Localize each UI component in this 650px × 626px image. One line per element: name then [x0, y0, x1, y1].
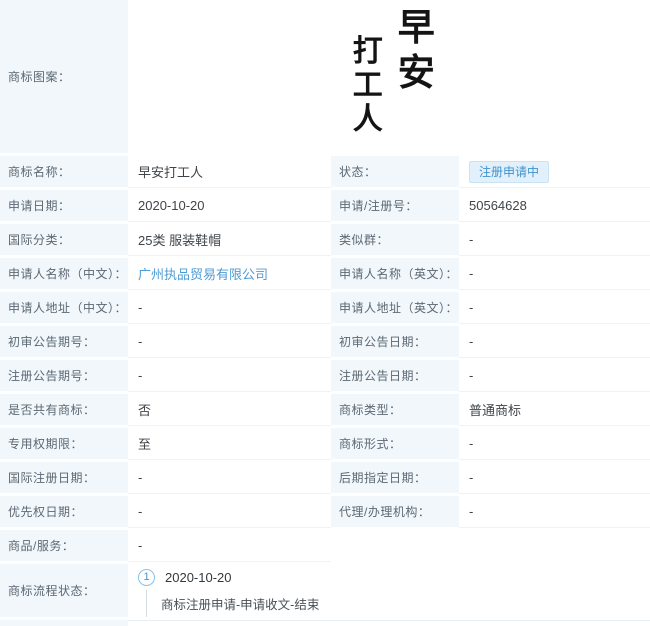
next-row-partial	[0, 620, 650, 626]
flow-status-row: 商标流程状态： 1 2020-10-20 商标注册申请-申请收文-结束	[0, 564, 650, 620]
field-value: 2020-10-20	[128, 190, 331, 222]
field-label: 优先权日期：	[0, 496, 128, 527]
field-value: 广州执品贸易有限公司	[128, 258, 331, 290]
field-value: 否	[128, 394, 331, 426]
field-label: 初审公告期号：	[0, 326, 128, 357]
table-row: 国际分类： 25类 服装鞋帽 类似群： -	[0, 224, 650, 258]
field-value: -	[128, 326, 331, 358]
applicant-name-link[interactable]: 广州执品贸易有限公司	[138, 264, 268, 283]
field-value: -	[459, 258, 650, 290]
flow-timeline: 1 2020-10-20 商标注册申请-申请收文-结束	[128, 564, 650, 617]
table-row: 是否共有商标：否商标类型： 普通商标	[0, 394, 650, 428]
field-label: 状态：	[331, 156, 459, 187]
field-label: 注册公告期号：	[0, 360, 128, 391]
field-value: 普通商标	[459, 394, 650, 426]
field-value: -	[128, 292, 331, 324]
status-badge: 注册申请中	[469, 160, 550, 183]
field-label: 商标名称：	[0, 156, 128, 187]
field-label-flow-status: 商标流程状态：	[0, 564, 128, 617]
next-row-value-stub	[128, 620, 650, 626]
field-value: -	[128, 496, 331, 528]
field-value: -	[459, 292, 650, 324]
trademark-detail-page: 商标图案： 打工人 早安 商标名称： 早安打工人 状态： 注册申请中 申请日期： 2020…	[0, 0, 650, 626]
field-label: 商品/服务：	[0, 530, 128, 561]
field-label: 申请/注册号：	[331, 190, 459, 221]
next-row-label-stub	[0, 620, 128, 626]
field-value: -	[459, 496, 650, 528]
field-label-trademark-image: 商标图案：	[0, 0, 128, 153]
field-value: -	[459, 462, 650, 494]
field-label: 申请人名称（中文）：	[0, 258, 128, 289]
field-label: 是否共有商标：	[0, 394, 128, 425]
field-label: 国际分类：	[0, 224, 128, 255]
trademark-art-column-right: 早安	[397, 5, 435, 94]
field-value: -	[459, 360, 650, 392]
field-value: 注册申请中	[459, 156, 650, 188]
table-row: 初审公告期号： - 初审公告日期： -	[0, 326, 650, 360]
field-value: -	[459, 224, 650, 256]
field-value: 早安打工人	[128, 156, 331, 188]
field-value: -	[459, 428, 650, 460]
table-row: 商品/服务： -	[0, 530, 650, 564]
flow-step-description: 商标注册申请-申请收文-结束	[146, 590, 650, 617]
table-row: 专用权期限：至商标形式： -	[0, 428, 650, 462]
field-label: 申请人名称（英文）：	[331, 258, 459, 289]
field-value: 至	[128, 428, 331, 460]
field-rows: 商标名称： 早安打工人 状态： 注册申请中申请日期： 2020-10-20 申请/注册号：…	[0, 156, 650, 564]
field-value	[459, 530, 650, 562]
field-label	[331, 530, 459, 562]
flow-step-head: 1 2020-10-20	[138, 567, 650, 588]
field-value: -	[128, 360, 331, 392]
field-label: 代理/办理机构：	[331, 496, 459, 527]
trademark-image-cell: 打工人 早安	[128, 0, 650, 153]
field-label: 申请日期：	[0, 190, 128, 221]
field-label: 商标类型：	[331, 394, 459, 425]
field-label: 申请人地址（中文）：	[0, 292, 128, 323]
table-row: 申请日期： 2020-10-20 申请/注册号： 50564628	[0, 190, 650, 224]
field-label: 注册公告日期：	[331, 360, 459, 391]
table-row: 申请人地址（中文）： - 申请人地址（英文）： -	[0, 292, 650, 326]
flow-step-date: 2020-10-20	[165, 570, 232, 585]
field-label: 商标形式：	[331, 428, 459, 459]
field-label: 专用权期限：	[0, 428, 128, 459]
table-row: 商标名称： 早安打工人 状态： 注册申请中	[0, 156, 650, 190]
field-value: -	[128, 530, 331, 562]
trademark-image: 打工人 早安	[350, 5, 437, 137]
field-value: -	[459, 326, 650, 358]
field-label: 类似群：	[331, 224, 459, 255]
table-row: 注册公告期号： - 注册公告日期： -	[0, 360, 650, 394]
field-value: 50564628	[459, 190, 650, 222]
table-row: 国际注册日期： - 后期指定日期： -	[0, 462, 650, 496]
field-label: 后期指定日期：	[331, 462, 459, 493]
trademark-image-row: 商标图案： 打工人 早安	[0, 0, 650, 156]
field-value: 25类 服装鞋帽	[128, 224, 331, 256]
field-label: 申请人地址（英文）：	[331, 292, 459, 323]
field-label: 国际注册日期：	[0, 462, 128, 493]
table-row: 优先权日期： - 代理/办理机构： -	[0, 496, 650, 530]
trademark-art-column-left: 打工人	[352, 34, 383, 137]
field-label: 初审公告日期：	[331, 326, 459, 357]
table-row: 申请人名称（中文）： 广州执品贸易有限公司 申请人名称（英文）： -	[0, 258, 650, 292]
flow-step-number: 1	[138, 569, 155, 586]
field-value: -	[128, 462, 331, 494]
